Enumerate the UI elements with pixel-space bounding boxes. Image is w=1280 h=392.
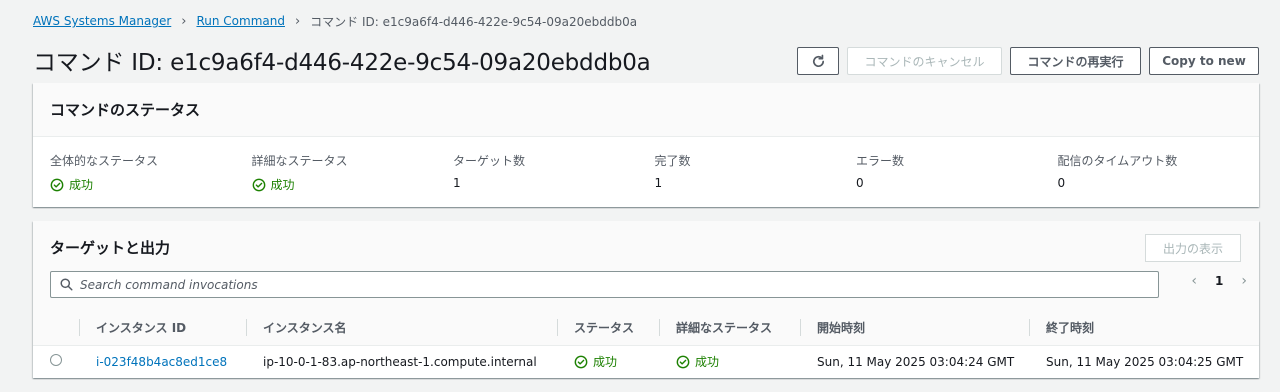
- search-icon: [60, 278, 73, 291]
- status-value: 1: [453, 176, 461, 190]
- instance-id-cell: i-023f48b4ac8ed1ce8: [79, 345, 246, 378]
- status-label: 配信のタイムアウト数: [1057, 154, 1178, 168]
- status-field-detailed: 詳細なステータス 成功: [252, 152, 454, 193]
- status-value: 1: [654, 176, 663, 190]
- search-box[interactable]: [50, 271, 1159, 298]
- targets-output-header: ターゲットと出力 出力の表示 ‹ 1 ›: [33, 221, 1259, 310]
- status-value: 0: [1057, 176, 1066, 190]
- pagination: ‹ 1 ›: [1191, 273, 1247, 289]
- search-input[interactable]: [80, 277, 980, 292]
- chevron-right-icon[interactable]: ›: [1241, 273, 1247, 289]
- chevron-right-icon: ›: [181, 13, 187, 29]
- instance-name-cell: ip-10-0-1-83.ap-northeast-1.compute.inte…: [263, 354, 537, 369]
- targets-output-panel: ターゲットと出力 出力の表示 ‹ 1 › インス: [33, 221, 1259, 378]
- row-radio-button[interactable]: [50, 354, 62, 367]
- status-value-text: 成功: [69, 178, 94, 192]
- status-value: 成功: [574, 353, 659, 370]
- end-time-cell: Sun, 11 May 2025 03:04:25 GMT: [1046, 354, 1244, 369]
- column-header-end-time[interactable]: 終了時刻: [1029, 310, 1259, 346]
- status-field-timeout-count: 配信のタイムアウト数 0: [1058, 152, 1260, 193]
- header-actions: コマンドのキャンセル コマンドの再実行 Copy to new: [797, 47, 1259, 75]
- column-header-instance-name[interactable]: インスタンス名: [246, 310, 557, 346]
- rerun-command-button[interactable]: コマンドの再実行: [1010, 47, 1141, 75]
- status-value: 成功: [676, 353, 800, 370]
- cancel-command-button[interactable]: コマンドのキャンセル: [847, 47, 1002, 75]
- command-status-title: コマンドのステータス: [50, 101, 201, 119]
- status-label: ターゲット数: [453, 154, 526, 168]
- command-status-panel: コマンドのステータス 全体的なステータス 成功 詳細なステータス 成功 ターゲッ…: [33, 83, 1259, 207]
- column-header-instance-id[interactable]: インスタンス ID: [79, 310, 246, 346]
- status-label: 完了数: [654, 154, 691, 168]
- status-value-text: 成功: [270, 178, 295, 192]
- page-number[interactable]: 1: [1215, 274, 1223, 288]
- status-label: 全体的なステータス: [50, 154, 159, 168]
- status-cell: 成功: [557, 345, 659, 378]
- invocations-table: インスタンス ID インスタンス名 ステータス 詳細なステータス 開始時刻 終了…: [33, 310, 1259, 378]
- column-header-select: [33, 310, 79, 346]
- column-header-start-time[interactable]: 開始時刻: [800, 310, 1029, 346]
- breadcrumb-current: コマンド ID: e1c9a6f4-d446-422e-9c54-09a20eb…: [310, 14, 638, 29]
- status-value-text: 成功: [695, 355, 720, 370]
- refresh-button[interactable]: [797, 47, 839, 75]
- chevron-left-icon[interactable]: ‹: [1191, 273, 1197, 289]
- breadcrumb-systems-manager[interactable]: AWS Systems Manager: [33, 14, 171, 28]
- status-value: 成功: [252, 176, 454, 193]
- targets-output-title: ターゲットと出力: [50, 239, 171, 257]
- breadcrumb-run-command[interactable]: Run Command: [196, 14, 285, 28]
- status-grid: 全体的なステータス 成功 詳細なステータス 成功 ターゲット数 1 完了数 1 …: [50, 152, 1259, 193]
- check-circle-icon: [676, 355, 690, 369]
- breadcrumb: AWS Systems Manager › Run Command › コマンド…: [33, 12, 637, 30]
- start-time-cell: Sun, 11 May 2025 03:04:24 GMT: [817, 354, 1015, 369]
- column-header-status[interactable]: ステータス: [557, 310, 659, 346]
- status-value-text: 成功: [593, 355, 618, 370]
- status-field-error-count: エラー数 0: [856, 152, 1058, 193]
- row-select-cell: [33, 345, 79, 378]
- check-circle-icon: [574, 355, 588, 369]
- check-circle-icon: [50, 178, 64, 191]
- status-value: 成功: [50, 176, 252, 193]
- copy-to-new-button[interactable]: Copy to new: [1149, 47, 1259, 75]
- command-status-header: コマンドのステータス: [33, 83, 1259, 137]
- chevron-right-icon: ›: [294, 13, 301, 29]
- page-title: コマンド ID: e1c9a6f4-d446-422e-9c54-09a20eb…: [33, 50, 651, 76]
- refresh-icon: [812, 54, 824, 67]
- check-circle-icon: [252, 178, 265, 191]
- table-row[interactable]: i-023f48b4ac8ed1ce8 ip-10-0-1-83.ap-nort…: [33, 345, 1259, 378]
- instance-id-link[interactable]: i-023f48b4ac8ed1ce8: [96, 355, 227, 369]
- status-label: エラー数: [856, 154, 905, 168]
- column-header-detailed-status[interactable]: 詳細なステータス: [659, 310, 800, 346]
- status-field-overall: 全体的なステータス 成功: [50, 152, 252, 193]
- detailed-status-cell: 成功: [659, 345, 800, 378]
- view-output-button[interactable]: 出力の表示: [1145, 234, 1241, 262]
- status-value: 0: [856, 176, 864, 190]
- status-field-completed-count: 完了数 1: [655, 152, 857, 193]
- status-field-target-count: ターゲット数 1: [453, 152, 655, 193]
- status-label: 詳細なステータス: [251, 154, 348, 168]
- table-header-row: インスタンス ID インスタンス名 ステータス 詳細なステータス 開始時刻 終了…: [33, 310, 1259, 346]
